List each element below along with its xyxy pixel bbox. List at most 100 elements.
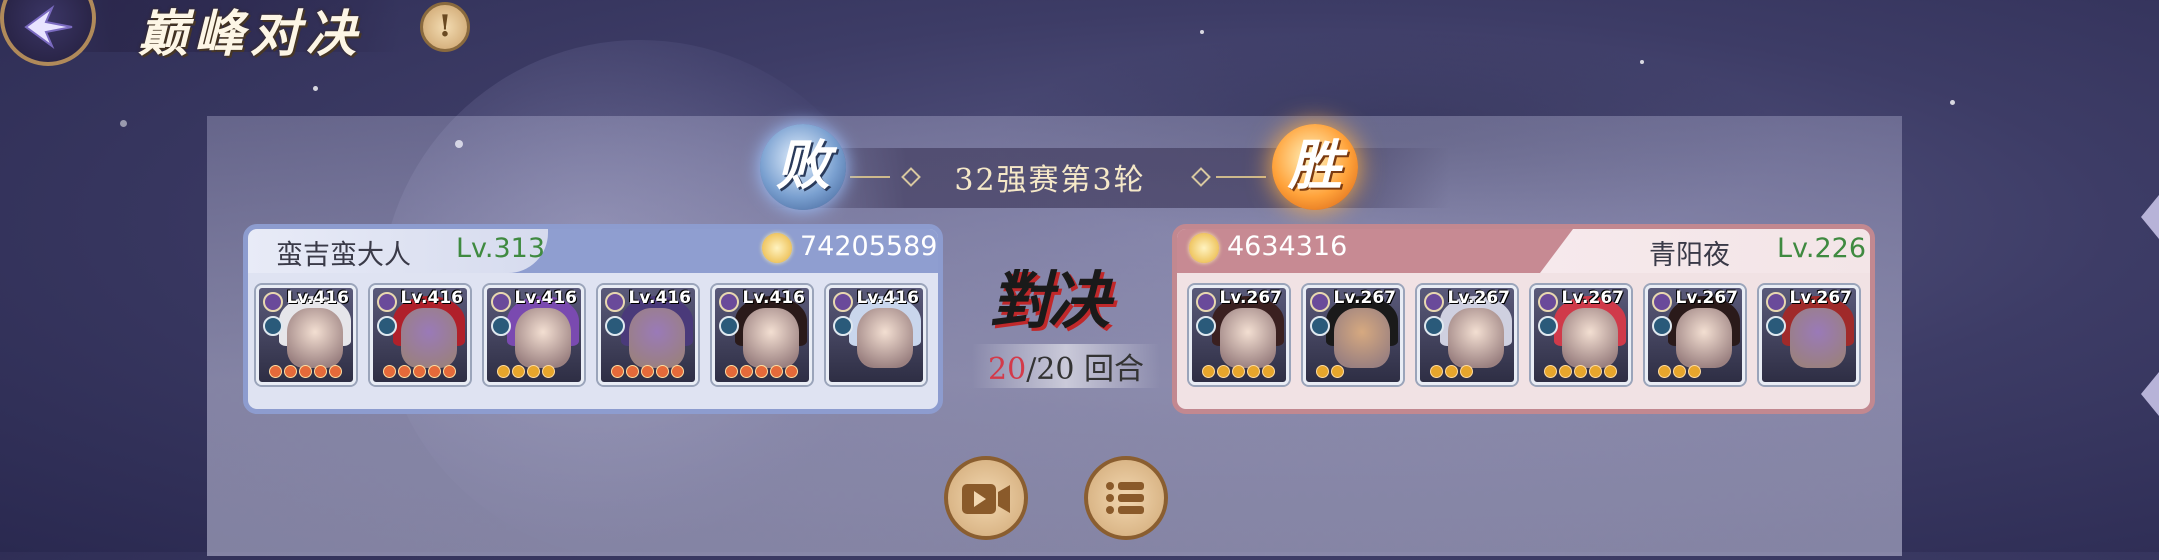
role-icon xyxy=(1538,316,1558,336)
left-unit-list: Lv.416 Lv.416 Lv.416 Lv.416 Lv.416 Lv.416 xyxy=(256,285,926,385)
unit-stars xyxy=(1430,365,1473,378)
unit-stars xyxy=(611,365,684,378)
background-star xyxy=(313,86,318,91)
unit-portrait[interactable]: Lv.416 xyxy=(826,285,926,385)
star-icon xyxy=(1589,365,1602,378)
element-icon xyxy=(1766,292,1786,312)
unit-portrait[interactable]: Lv.416 xyxy=(712,285,812,385)
player-level: Lv.226 xyxy=(1777,233,1867,264)
unit-level: Lv.267 xyxy=(1447,288,1510,308)
replay-button[interactable] xyxy=(944,456,1028,540)
right-player-card[interactable]: 4634316 青阳夜 Lv.226 Lv.267 Lv.267 Lv.267 Lv.… xyxy=(1172,224,1875,414)
unit-face xyxy=(857,308,913,368)
unit-stars xyxy=(725,365,798,378)
versus-label: 對决 xyxy=(990,264,1110,337)
unit-portrait[interactable]: Lv.416 xyxy=(370,285,470,385)
unit-portrait[interactable]: Lv.416 xyxy=(598,285,698,385)
role-icon xyxy=(491,316,511,336)
info-button[interactable]: ! xyxy=(420,2,470,52)
star-icon xyxy=(1673,365,1686,378)
player-name: 蛮吉蛮大人 xyxy=(276,240,411,271)
background-star xyxy=(1200,30,1204,34)
star-icon xyxy=(527,365,540,378)
battle-details-button[interactable] xyxy=(1084,456,1168,540)
unit-portrait[interactable]: Lv.267 xyxy=(1303,285,1403,385)
unit-stars xyxy=(269,365,342,378)
side-arrow-tab[interactable] xyxy=(2141,195,2159,239)
unit-face xyxy=(401,308,457,368)
star-icon xyxy=(542,365,555,378)
star-icon xyxy=(443,365,456,378)
role-icon xyxy=(1196,316,1216,336)
unit-face xyxy=(1676,308,1732,368)
unit-level: Lv.267 xyxy=(1333,288,1396,308)
left-player-card[interactable]: 蛮吉蛮大人 Lv.313 74205589 Lv.416 Lv.416 Lv.416… xyxy=(243,224,943,414)
role-icon xyxy=(1424,316,1444,336)
unit-stars xyxy=(1544,365,1617,378)
unit-level: Lv.416 xyxy=(856,288,919,308)
role-icon xyxy=(833,316,853,336)
unit-portrait[interactable]: Lv.267 xyxy=(1645,285,1745,385)
element-icon xyxy=(1424,292,1444,312)
lose-badge: 败 xyxy=(760,124,846,210)
element-icon xyxy=(1652,292,1672,312)
unit-face xyxy=(1790,308,1846,368)
star-icon xyxy=(1544,365,1557,378)
unit-portrait[interactable]: Lv.267 xyxy=(1531,285,1631,385)
unit-face xyxy=(287,308,343,368)
star-icon xyxy=(671,365,684,378)
star-icon xyxy=(626,365,639,378)
star-icon xyxy=(1445,365,1458,378)
power-icon xyxy=(762,233,792,263)
right-unit-list: Lv.267 Lv.267 Lv.267 Lv.267 Lv.267 Lv.267 xyxy=(1189,285,1859,385)
unit-portrait[interactable]: Lv.267 xyxy=(1417,285,1517,385)
player-power: 74205589 xyxy=(800,231,938,262)
star-icon xyxy=(725,365,738,378)
unit-portrait[interactable]: Lv.416 xyxy=(256,285,356,385)
star-icon xyxy=(1574,365,1587,378)
unit-face xyxy=(1562,308,1618,368)
element-icon xyxy=(377,292,397,312)
unit-portrait[interactable]: Lv.267 xyxy=(1759,285,1859,385)
side-arrow-tab[interactable] xyxy=(2141,372,2159,416)
star-icon xyxy=(512,365,525,378)
turns-total: /20 回合 xyxy=(1026,352,1145,387)
star-icon xyxy=(1247,365,1260,378)
back-arrow-icon xyxy=(22,2,76,56)
unit-level: Lv.416 xyxy=(286,288,349,308)
win-badge: 胜 xyxy=(1272,124,1358,210)
power-icon xyxy=(1189,233,1219,263)
element-icon xyxy=(719,292,739,312)
element-icon xyxy=(833,292,853,312)
star-icon xyxy=(611,365,624,378)
exclamation-icon: ! xyxy=(438,9,452,44)
role-icon xyxy=(377,316,397,336)
element-icon xyxy=(1196,292,1216,312)
star-icon xyxy=(299,365,312,378)
unit-stars xyxy=(497,365,555,378)
star-icon xyxy=(383,365,396,378)
unit-portrait[interactable]: Lv.416 xyxy=(484,285,584,385)
star-icon xyxy=(641,365,654,378)
player-level: Lv.313 xyxy=(456,233,546,264)
back-button[interactable] xyxy=(0,0,96,66)
element-icon xyxy=(491,292,511,312)
star-icon xyxy=(1202,365,1215,378)
background-star xyxy=(1950,100,1955,105)
page-title: 巅峰对决 xyxy=(138,4,362,63)
star-icon xyxy=(1430,365,1443,378)
player-power: 4634316 xyxy=(1227,231,1348,262)
unit-level: Lv.416 xyxy=(742,288,805,308)
background-star xyxy=(120,120,127,127)
ornament-line xyxy=(1216,176,1266,178)
star-icon xyxy=(1262,365,1275,378)
star-icon xyxy=(1316,365,1329,378)
unit-face xyxy=(743,308,799,368)
star-icon xyxy=(413,365,426,378)
unit-portrait[interactable]: Lv.267 xyxy=(1189,285,1289,385)
unit-face xyxy=(1220,308,1276,368)
role-icon xyxy=(1766,316,1786,336)
ornament-line xyxy=(850,176,890,178)
element-icon xyxy=(605,292,625,312)
star-icon xyxy=(1604,365,1617,378)
